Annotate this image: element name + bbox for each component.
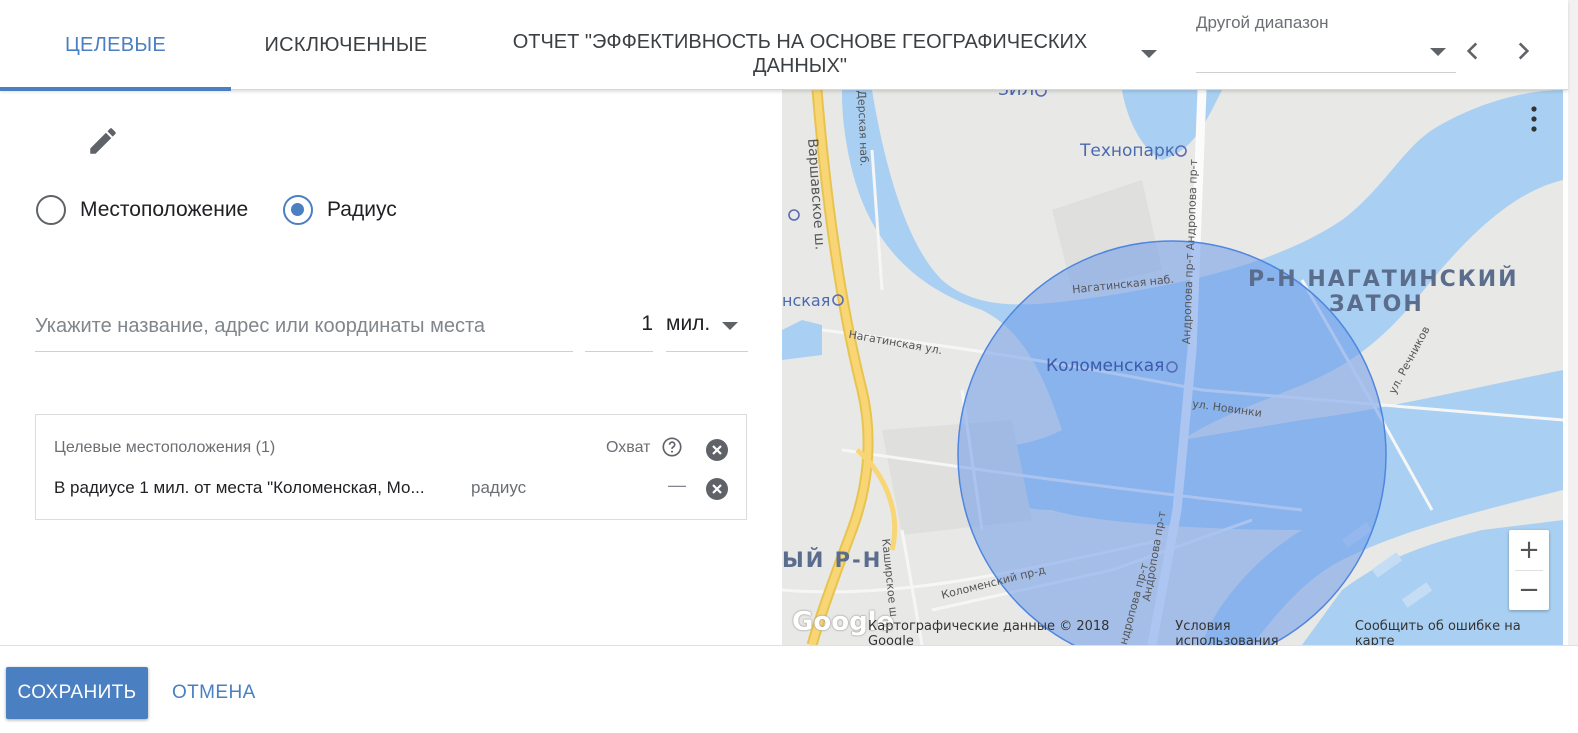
radio-location-label: Местоположение (80, 198, 249, 221)
map-data-credit: Картографические данные © 2018 Google (868, 619, 1110, 645)
target-location-reach: — (668, 475, 686, 495)
zoom-out-button[interactable]: − (1509, 570, 1549, 610)
date-range-select[interactable] (1196, 36, 1456, 72)
map-label-station-left: нская (782, 291, 831, 310)
radio-radius[interactable]: Радиус (283, 192, 397, 228)
help-icon[interactable] (661, 436, 683, 458)
report-error-link[interactable]: Сообщить об ошибке на карте (1355, 619, 1563, 645)
chevron-down-icon (1430, 48, 1446, 56)
radio-radius-button[interactable] (283, 195, 313, 225)
report-selector[interactable]: ОТЧЕТ "ЭФФЕКТИВНОСТЬ НА ОСНОВЕ ГЕОГРАФИЧ… (500, 30, 1200, 80)
map-label-district-line-1: Р-Н НАГАТИНСКИЙ (1248, 267, 1519, 292)
radius-value-field[interactable]: 1 (585, 302, 653, 352)
map-zoom-control: + − (1509, 530, 1549, 610)
remove-location-icon[interactable] (705, 477, 729, 501)
map-view[interactable]: ЗИЛ Технопарк Коломенская нская Р-Н НАГА… (782, 90, 1563, 645)
report-title: ОТЧЕТ "ЭФФЕКТИВНОСТЬ НА ОСНОВЕ ГЕОГРАФИЧ… (500, 30, 1100, 78)
report-dropdown-icon (1141, 50, 1157, 58)
map-attribution: Картографические данные © 2018 Google Ус… (782, 619, 1563, 645)
date-range-label: Другой диапазон (1196, 13, 1329, 32)
radius-unit-value: мил. (666, 312, 711, 335)
chevron-left-icon[interactable] (1460, 38, 1486, 64)
tab-targeted[interactable]: ЦЕЛЕВЫЕ (0, 0, 231, 91)
remove-all-icon[interactable] (705, 438, 729, 462)
top-bar: ЦЕЛЕВЫЕ ИСКЛЮЧЕННЫЕ ОТЧЕТ "ЭФФЕКТИВНОСТЬ… (0, 0, 1568, 91)
map-label-district-line-2: ЗАТОН (1329, 292, 1424, 317)
cancel-button[interactable]: ОТМЕНА (158, 667, 270, 719)
map-canvas[interactable] (782, 90, 1563, 645)
date-range-underline (1196, 72, 1456, 73)
radius-value: 1 (641, 312, 653, 335)
target-location-type: радиус (471, 478, 527, 497)
map-label-zil: ЗИЛ (998, 90, 1035, 100)
chevron-right-icon[interactable] (1510, 38, 1536, 64)
footer-actions: СОХРАНИТЬ ОТМЕНА (0, 645, 1578, 733)
tab-excluded-label: ИСКЛЮЧЕННЫЕ (264, 33, 428, 56)
radio-radius-label: Радиус (327, 198, 397, 221)
reach-column-header: Охват (606, 439, 651, 456)
scrollbar-track[interactable] (1568, 0, 1578, 645)
map-label-kolomenskaya: Коломенская (1046, 356, 1165, 376)
radius-circle (957, 240, 1387, 645)
report-title-line-2: ДАННЫХ" (753, 55, 847, 77)
radio-location-button[interactable] (36, 195, 66, 225)
active-tab-indicator (0, 87, 231, 91)
report-title-line-1: ОТЧЕТ "ЭФФЕКТИВНОСТЬ НА ОСНОВЕ ГЕОГРАФИЧ… (512, 31, 1088, 53)
targeted-locations-header: Целевые местоположения (1) (54, 439, 276, 456)
tab-targeted-label: ЦЕЛЕВЫЕ (64, 33, 167, 56)
zoom-in-button[interactable]: + (1509, 530, 1549, 570)
save-button[interactable]: СОХРАНИТЬ (6, 667, 148, 719)
targeted-locations-panel: Целевые местоположения (1) Охват В радиу… (35, 414, 747, 520)
chevron-down-icon (722, 322, 738, 330)
location-search-input[interactable] (35, 302, 573, 352)
edit-pencil-icon[interactable] (86, 124, 120, 158)
more-vert-icon[interactable] (1526, 104, 1542, 134)
map-label-top-street: Дерская наб. (855, 90, 871, 167)
radius-unit-select[interactable]: мил. (666, 302, 748, 352)
map-label-tekhnopark: Технопарк (1080, 141, 1176, 161)
map-label-district-left: ЫЙ Р-Н (782, 548, 883, 572)
tab-excluded[interactable]: ИСКЛЮЧЕННЫЕ (231, 0, 461, 90)
radio-location[interactable]: Местоположение (36, 192, 248, 228)
terms-link[interactable]: Условия использования (1175, 619, 1337, 645)
target-location-text: В радиусе 1 мил. от места "Коломенская, … (54, 478, 425, 497)
